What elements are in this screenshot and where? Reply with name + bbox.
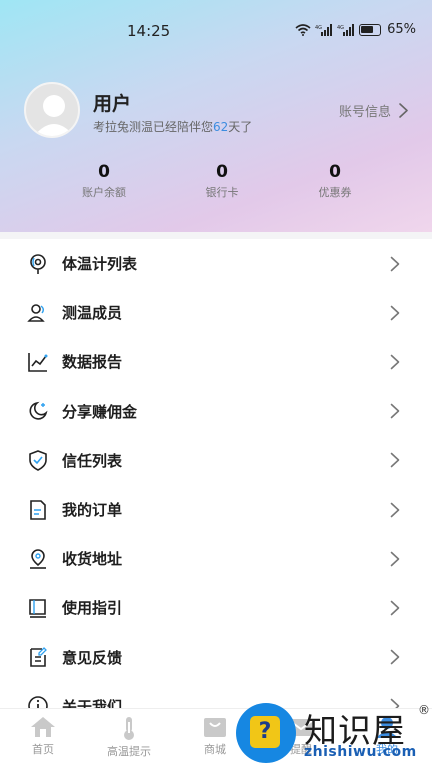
svg-text:4G: 4G [337,25,344,31]
thermometer-device-icon [30,253,46,274]
battery-icon [359,23,382,36]
tab-high-temp[interactable]: 高温提示 [86,709,172,768]
default-avatar-icon [34,95,74,136]
watermark-url: zhishiwu.com [304,744,417,760]
menu-item-share-commission[interactable]: 分享赚佣金 [0,387,432,436]
stat-bank-card[interactable]: 0 银行卡 [172,162,272,200]
chevron-right-icon [390,305,400,321]
menu-item-user-guide[interactable]: 使用指引 [0,583,432,632]
menu-item-shipping-address[interactable]: 收货地址 [0,534,432,583]
chevron-right-icon [390,403,400,419]
watermark-registered: ® [418,703,430,717]
profile-header: 14:25 4G 4G 65% 用户 考拉兔测温已经陪伴您62天了 账号信息 0… [0,0,432,232]
signal-icon: 4G [315,23,333,36]
chart-report-icon [28,352,48,372]
watermark-badge: ? [250,716,280,748]
account-stats: 0 账户余额 0 银行卡 0 优惠券 [0,162,432,206]
days-count: 62 [213,120,229,134]
menu-item-members[interactable]: 测温成员 [0,288,432,337]
user-name: 用户 [93,93,132,115]
home-icon [31,717,55,737]
document-icon [30,499,46,520]
account-info-label: 账号信息 [338,105,391,120]
account-info-link[interactable]: 账号信息 [339,101,408,120]
tab-home[interactable]: 首页 [0,709,86,768]
status-bar: 14:25 4G 4G 65% [0,0,432,62]
chevron-right-icon [399,103,408,118]
shield-check-icon [29,450,47,472]
stat-balance[interactable]: 0 账户余额 [54,162,154,200]
shop-bag-icon [204,718,226,737]
feedback-icon [30,647,47,667]
book-icon [29,599,46,618]
moon-share-icon [29,401,48,420]
chevron-right-icon [390,256,400,271]
chevron-right-icon [390,551,400,567]
svg-text:4G: 4G [315,25,322,31]
avatar[interactable] [24,82,80,138]
chevron-right-icon [390,502,400,517]
members-icon [27,303,45,322]
battery-percent: 65% [387,22,416,37]
menu-item-feedback[interactable]: 意见反馈 [0,633,432,682]
chevron-right-icon [390,453,400,468]
thermometer-icon [124,717,134,740]
stat-coupon[interactable]: 0 优惠券 [285,162,385,200]
chevron-right-icon [390,649,400,665]
menu-item-thermometer-list[interactable]: 体温计列表 [0,239,432,288]
location-pin-icon [30,548,46,569]
chevron-right-icon [390,354,400,370]
menu-item-my-orders[interactable]: 我的订单 [0,485,432,534]
menu-item-data-report[interactable]: 数据报告 [0,337,432,386]
status-time: 14:25 [127,22,171,40]
wifi-icon [295,23,311,36]
menu-item-trust-list[interactable]: 信任列表 [0,436,432,485]
user-companion-text: 考拉兔测温已经陪伴您62天了 [93,120,253,134]
status-icons: 4G 4G 65% [295,22,416,37]
chevron-right-icon [390,600,400,616]
signal-icon-2: 4G [337,23,355,36]
menu-list: 体温计列表 测温成员 数据报告 分享赚佣金 信任列表 我的订单 收货地址 使用指… [0,239,432,731]
